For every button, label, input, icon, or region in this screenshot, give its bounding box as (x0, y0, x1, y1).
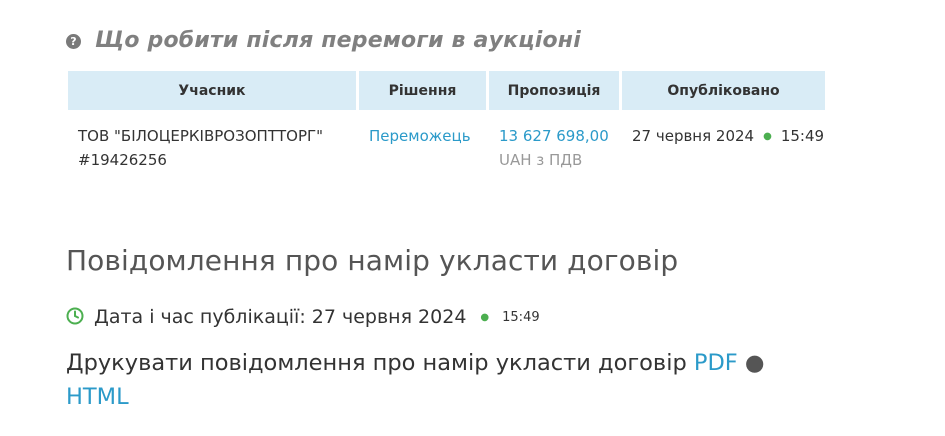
published-cell: 27 червня 2024 ● 15:49 (622, 110, 825, 173)
results-table: Учасник Рішення Пропозиція Опубліковано … (68, 71, 826, 173)
pdf-link[interactable]: PDF (694, 350, 738, 376)
header-published: Опубліковано (622, 71, 826, 110)
participant-cell: ТОВ "БІЛОЦЕРКІВРОЗОПТТОРГ" #19426256 (68, 110, 359, 173)
participant-id: #19426256 (78, 151, 167, 169)
table-row: ТОВ "БІЛОЦЕРКІВРОЗОПТТОРГ" #19426256 Пер… (68, 110, 825, 173)
offer-amount[interactable]: 13 627 698,00 (499, 124, 621, 148)
decision-link[interactable]: Переможець (369, 127, 471, 145)
dot-separator: ● (480, 311, 490, 323)
header-participant: Учасник (68, 71, 359, 110)
publication-date-label: Дата і час публікації: 27 червня 2024 (94, 306, 467, 328)
table-header-row: Учасник Рішення Пропозиція Опубліковано (68, 71, 826, 110)
question-circle-icon: ? (66, 34, 81, 49)
publication-time: 15:49 (502, 309, 540, 325)
published-date: 27 червня 2024 (632, 127, 755, 145)
header-decision: Рішення (359, 71, 489, 110)
notice-title: Повідомлення про намір укласти договір (66, 244, 679, 277)
link-separator: ● (744, 350, 765, 376)
clock-icon (66, 307, 84, 325)
offer-cell: 13 627 698,00 UAH з ПДВ (489, 110, 622, 173)
help-row[interactable]: ? Що робити після перемоги в аукціоні (66, 28, 581, 53)
offer-currency: UAH з ПДВ (499, 151, 583, 169)
publication-date-row: Дата і час публікації: 27 червня 2024 ● … (66, 306, 540, 328)
participant-name: ТОВ "БІЛОЦЕРКІВРОЗОПТТОРГ" (78, 127, 324, 145)
print-notice-text: Друкувати повідомлення про намір укласти… (66, 350, 687, 376)
decision-cell[interactable]: Переможець (359, 110, 489, 173)
dot-separator: ● (763, 130, 772, 142)
html-link[interactable]: HTML (66, 384, 129, 410)
published-time: 15:49 (780, 127, 825, 145)
print-notice-row: Друкувати повідомлення про намір укласти… (66, 346, 826, 414)
header-offer: Пропозиція (489, 71, 622, 110)
help-title[interactable]: Що робити після перемоги в аукціоні (95, 28, 581, 53)
